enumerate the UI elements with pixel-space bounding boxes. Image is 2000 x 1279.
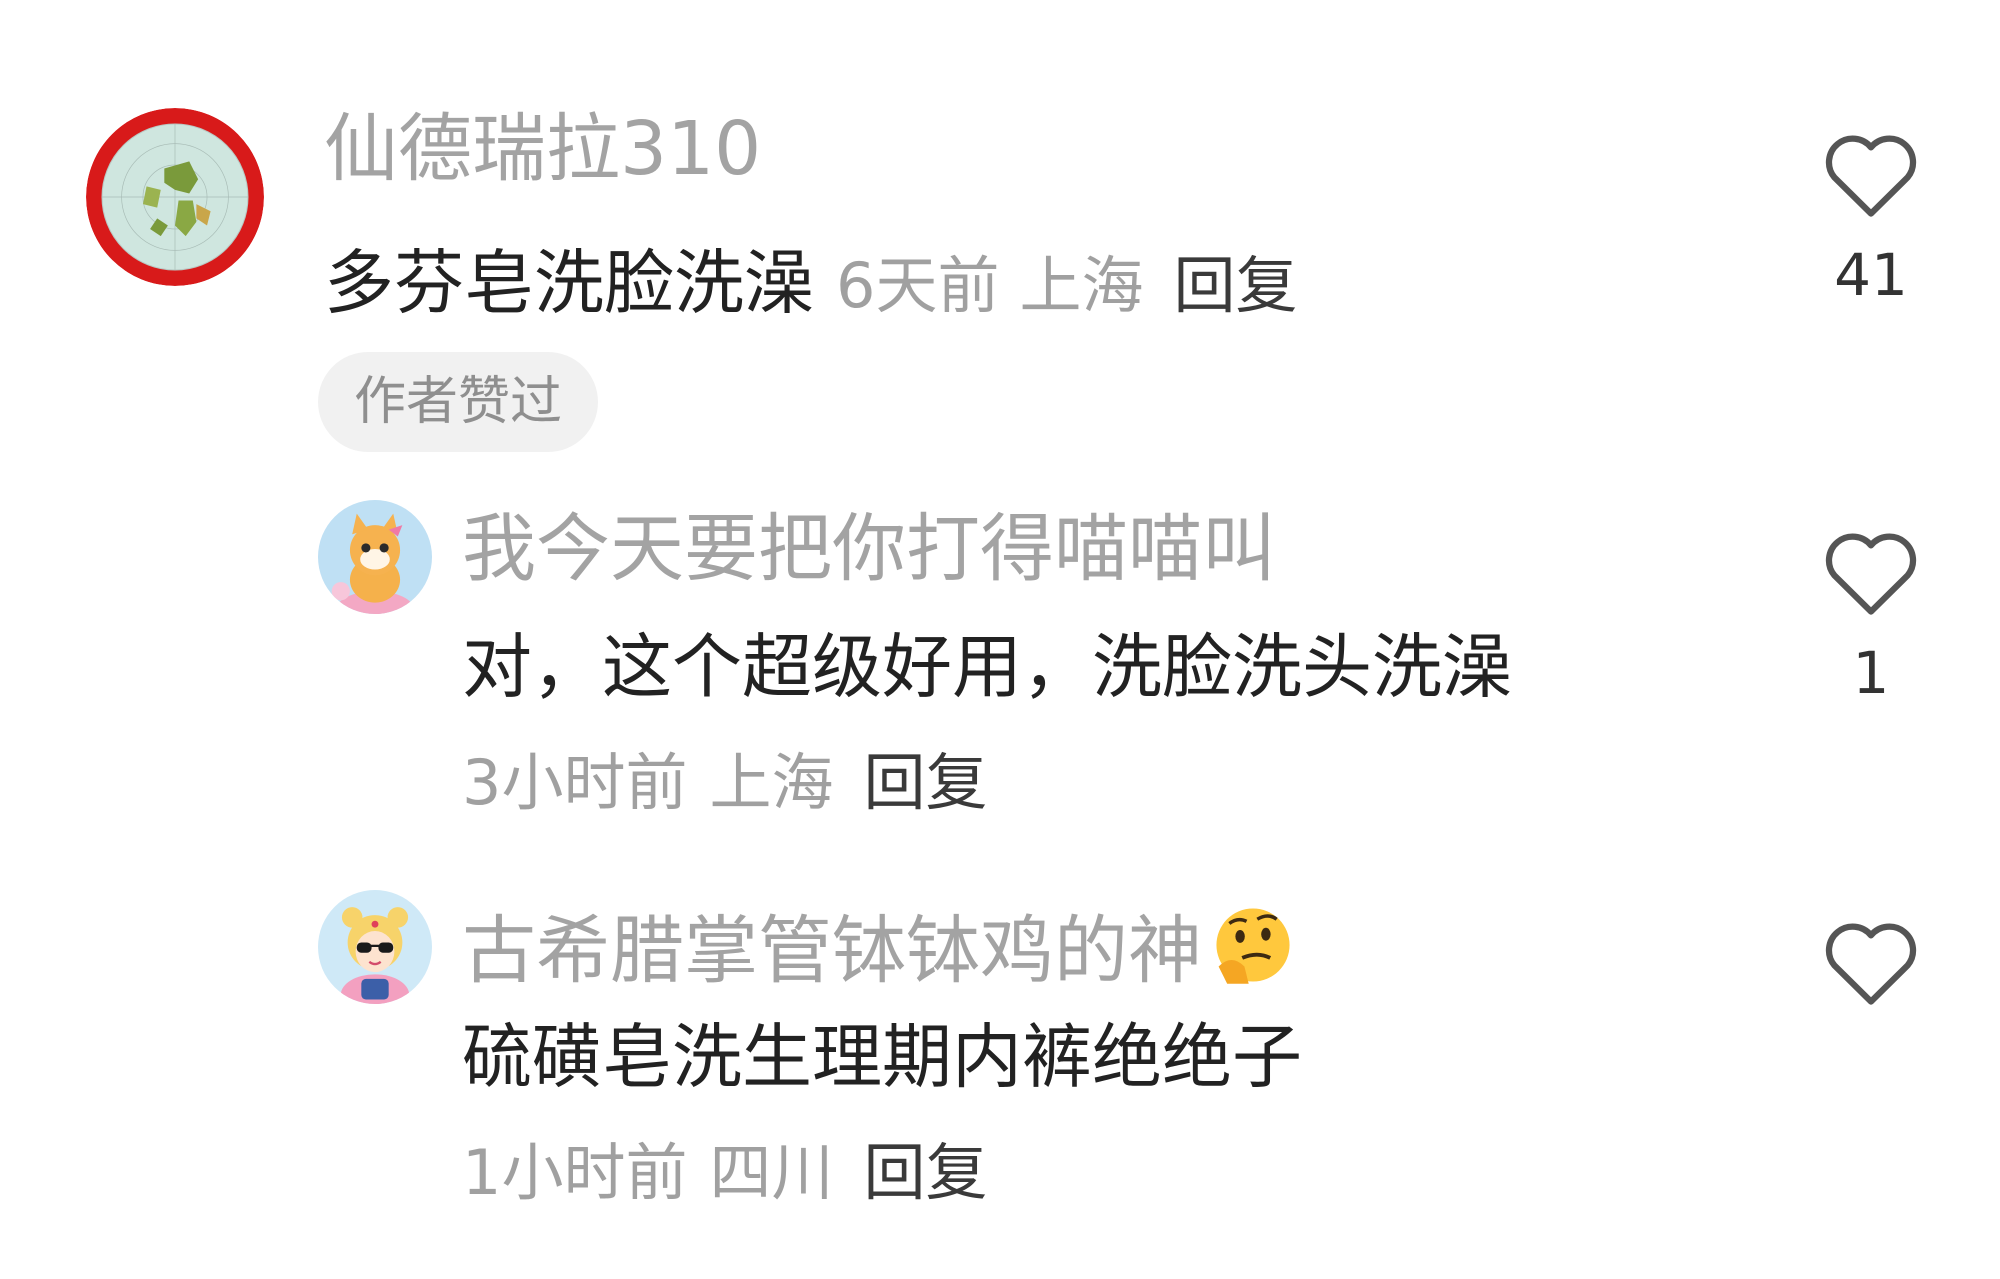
reply-button[interactable]: 回复 [863, 1136, 987, 1209]
comment-time: 6天前 [836, 249, 1000, 322]
comment-username[interactable]: 仙德瑞拉310 [324, 112, 761, 186]
author-liked-badge: 作者赞过 [318, 352, 599, 452]
reply-username-text: 古希腊掌管钵钵鸡的神 [462, 908, 1202, 994]
reply-time: 1小时前 [462, 1136, 688, 1209]
like-button[interactable] [1816, 916, 1926, 1008]
reply-username[interactable]: 我今天要把你打得喵喵叫 [462, 512, 1276, 586]
thinking-face-emoji [1216, 908, 1290, 984]
like-count: 1 [1852, 639, 1890, 707]
reply-location: 四川 [709, 1136, 834, 1209]
sailor-moon-girl-icon [318, 890, 432, 1004]
comment-item: 仙德瑞拉310 多芬皂洗脸洗澡 6天前 上海 回复 作者赞过 41 [0, 0, 2000, 460]
comment-thread: 仙德瑞拉310 多芬皂洗脸洗澡 6天前 上海 回复 作者赞过 41 我今天要把你… [0, 0, 2000, 1279]
reply-time: 3小时前 [462, 746, 688, 819]
like-button[interactable]: 41 [1816, 128, 1926, 304]
avatar[interactable] [86, 108, 264, 286]
avatar[interactable] [318, 500, 432, 614]
reply-item: 我今天要把你打得喵喵叫 对，这个超级好用，洗脸洗头洗澡 3小时前 上海 回复 1 [0, 470, 2000, 830]
avatar[interactable] [318, 890, 432, 1004]
reply-meta: 1小时前 四川 回复 [462, 1142, 987, 1204]
like-count: 41 [1834, 241, 1908, 309]
reply-item: 古希腊掌管钵钵鸡的神 硫磺皂洗生理期内裤绝绝子 1小时前 四川 回复 [0, 860, 2000, 1240]
heart-icon [1825, 533, 1917, 615]
reply-username[interactable]: 古希腊掌管钵钵鸡的神 [462, 902, 1296, 988]
flat-earth-map-icon [86, 108, 264, 286]
reply-location: 上海 [709, 746, 834, 819]
heart-icon [1825, 135, 1917, 217]
reply-text: 对，这个超级好用，洗脸洗头洗澡 [462, 626, 1512, 708]
comment-text: 多芬皂洗脸洗澡 [324, 242, 814, 324]
reply-button[interactable]: 回复 [863, 746, 987, 819]
comment-location: 上海 [1019, 249, 1144, 322]
reply-button[interactable]: 回复 [1173, 249, 1297, 322]
comment-text-line: 多芬皂洗脸洗澡 6天前 上海 回复 [324, 248, 1297, 318]
reply-text: 硫磺皂洗生理期内裤绝绝子 [462, 1016, 1302, 1098]
reply-meta: 3小时前 上海 回复 [462, 752, 987, 814]
heart-icon [1825, 923, 1917, 1005]
cartoon-cat-icon [318, 500, 432, 614]
like-button[interactable]: 1 [1816, 526, 1926, 702]
